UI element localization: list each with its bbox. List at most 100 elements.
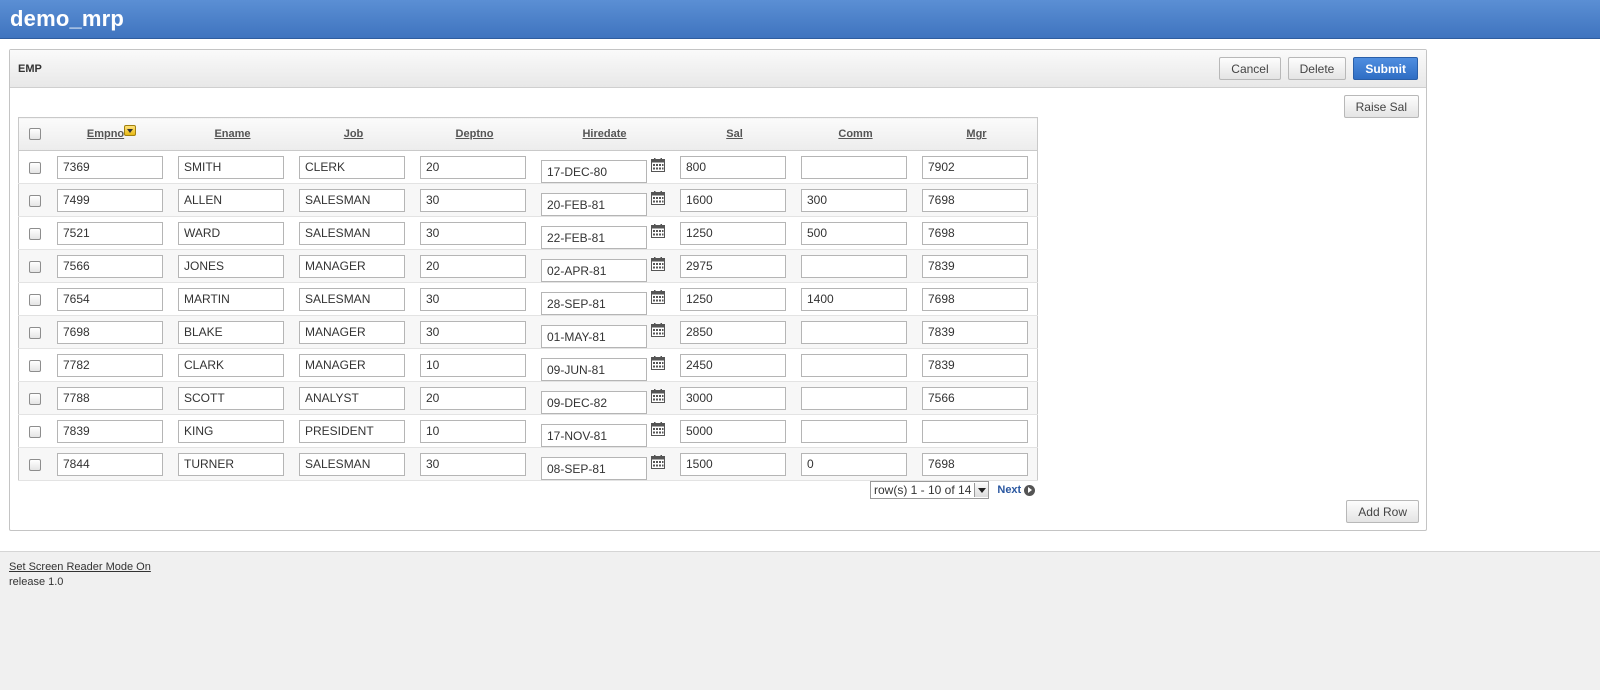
ename-input[interactable]: [178, 287, 284, 311]
comm-input[interactable]: [801, 353, 907, 377]
comm-input[interactable]: [801, 221, 907, 245]
sal-input[interactable]: [680, 320, 786, 344]
empno-input[interactable]: [57, 320, 163, 344]
hiredate-input[interactable]: [541, 457, 647, 480]
select-all-checkbox[interactable]: [29, 128, 41, 141]
job-input[interactable]: [299, 452, 405, 476]
empno-input[interactable]: [57, 221, 163, 245]
calendar-icon[interactable]: [651, 389, 665, 403]
header-mgr-link[interactable]: Mgr: [966, 128, 986, 140]
hiredate-input[interactable]: [541, 226, 647, 249]
empno-input[interactable]: [57, 155, 163, 179]
job-input[interactable]: [299, 221, 405, 245]
empno-input[interactable]: [57, 254, 163, 278]
next-arrow-icon[interactable]: [1024, 484, 1036, 496]
row-checkbox[interactable]: [29, 458, 41, 471]
row-checkbox[interactable]: [29, 293, 41, 306]
job-input[interactable]: [299, 320, 405, 344]
hiredate-input[interactable]: [541, 424, 647, 447]
raise-sal-button[interactable]: Raise Sal: [1343, 95, 1419, 118]
ename-input[interactable]: [178, 320, 284, 344]
delete-button[interactable]: Delete: [1287, 57, 1347, 80]
sal-input[interactable]: [680, 353, 786, 377]
calendar-icon[interactable]: [651, 224, 665, 238]
row-checkbox[interactable]: [29, 161, 41, 174]
job-input[interactable]: [299, 254, 405, 278]
empno-input[interactable]: [57, 452, 163, 476]
comm-input[interactable]: [801, 254, 907, 278]
deptno-input[interactable]: [420, 221, 526, 245]
hiredate-input[interactable]: [541, 325, 647, 348]
job-input[interactable]: [299, 353, 405, 377]
row-checkbox[interactable]: [29, 194, 41, 207]
app-title[interactable]: demo_mrp: [10, 6, 124, 32]
mgr-input[interactable]: [922, 155, 1028, 179]
row-checkbox[interactable]: [29, 392, 41, 405]
job-input[interactable]: [299, 386, 405, 410]
mgr-input[interactable]: [922, 254, 1028, 278]
deptno-input[interactable]: [420, 287, 526, 311]
pagination-select[interactable]: row(s) 1 - 10 of 14: [870, 481, 990, 499]
empno-input[interactable]: [57, 419, 163, 443]
submit-button[interactable]: Submit: [1353, 57, 1418, 80]
mgr-input[interactable]: [922, 188, 1028, 212]
deptno-input[interactable]: [420, 188, 526, 212]
job-input[interactable]: [299, 188, 405, 212]
hiredate-input[interactable]: [541, 259, 647, 282]
sal-input[interactable]: [680, 452, 786, 476]
comm-input[interactable]: [801, 452, 907, 476]
ename-input[interactable]: [178, 254, 284, 278]
cancel-button[interactable]: Cancel: [1219, 57, 1281, 80]
comm-input[interactable]: [801, 386, 907, 410]
comm-input[interactable]: [801, 155, 907, 179]
header-sal-link[interactable]: Sal: [726, 128, 743, 140]
next-link[interactable]: Next: [997, 484, 1036, 496]
empno-input[interactable]: [57, 353, 163, 377]
comm-input[interactable]: [801, 320, 907, 344]
row-checkbox[interactable]: [29, 326, 41, 339]
empno-input[interactable]: [57, 287, 163, 311]
hiredate-input[interactable]: [541, 292, 647, 315]
calendar-icon[interactable]: [651, 158, 665, 172]
calendar-icon[interactable]: [651, 323, 665, 337]
ename-input[interactable]: [178, 452, 284, 476]
deptno-input[interactable]: [420, 386, 526, 410]
empno-input[interactable]: [57, 188, 163, 212]
job-input[interactable]: [299, 419, 405, 443]
job-input[interactable]: [299, 287, 405, 311]
hiredate-input[interactable]: [541, 391, 647, 414]
comm-input[interactable]: [801, 419, 907, 443]
mgr-input[interactable]: [922, 320, 1028, 344]
hiredate-input[interactable]: [541, 160, 647, 183]
empno-input[interactable]: [57, 386, 163, 410]
deptno-input[interactable]: [420, 452, 526, 476]
header-deptno-link[interactable]: Deptno: [456, 128, 494, 140]
mgr-input[interactable]: [922, 386, 1028, 410]
sal-input[interactable]: [680, 419, 786, 443]
calendar-icon[interactable]: [651, 257, 665, 271]
sal-input[interactable]: [680, 188, 786, 212]
calendar-icon[interactable]: [651, 455, 665, 469]
row-checkbox[interactable]: [29, 260, 41, 273]
header-comm-link[interactable]: Comm: [838, 128, 872, 140]
row-checkbox[interactable]: [29, 425, 41, 438]
ename-input[interactable]: [178, 155, 284, 179]
header-hiredate-link[interactable]: Hiredate: [582, 128, 626, 140]
ename-input[interactable]: [178, 419, 284, 443]
hiredate-input[interactable]: [541, 358, 647, 381]
calendar-icon[interactable]: [651, 422, 665, 436]
calendar-icon[interactable]: [651, 356, 665, 370]
comm-input[interactable]: [801, 188, 907, 212]
ename-input[interactable]: [178, 386, 284, 410]
calendar-icon[interactable]: [651, 191, 665, 205]
ename-input[interactable]: [178, 221, 284, 245]
sal-input[interactable]: [680, 386, 786, 410]
mgr-input[interactable]: [922, 287, 1028, 311]
header-empno-link[interactable]: Empno: [87, 128, 124, 140]
sal-input[interactable]: [680, 254, 786, 278]
sal-input[interactable]: [680, 155, 786, 179]
deptno-input[interactable]: [420, 155, 526, 179]
sort-desc-icon[interactable]: [124, 125, 137, 136]
sal-input[interactable]: [680, 221, 786, 245]
comm-input[interactable]: [801, 287, 907, 311]
